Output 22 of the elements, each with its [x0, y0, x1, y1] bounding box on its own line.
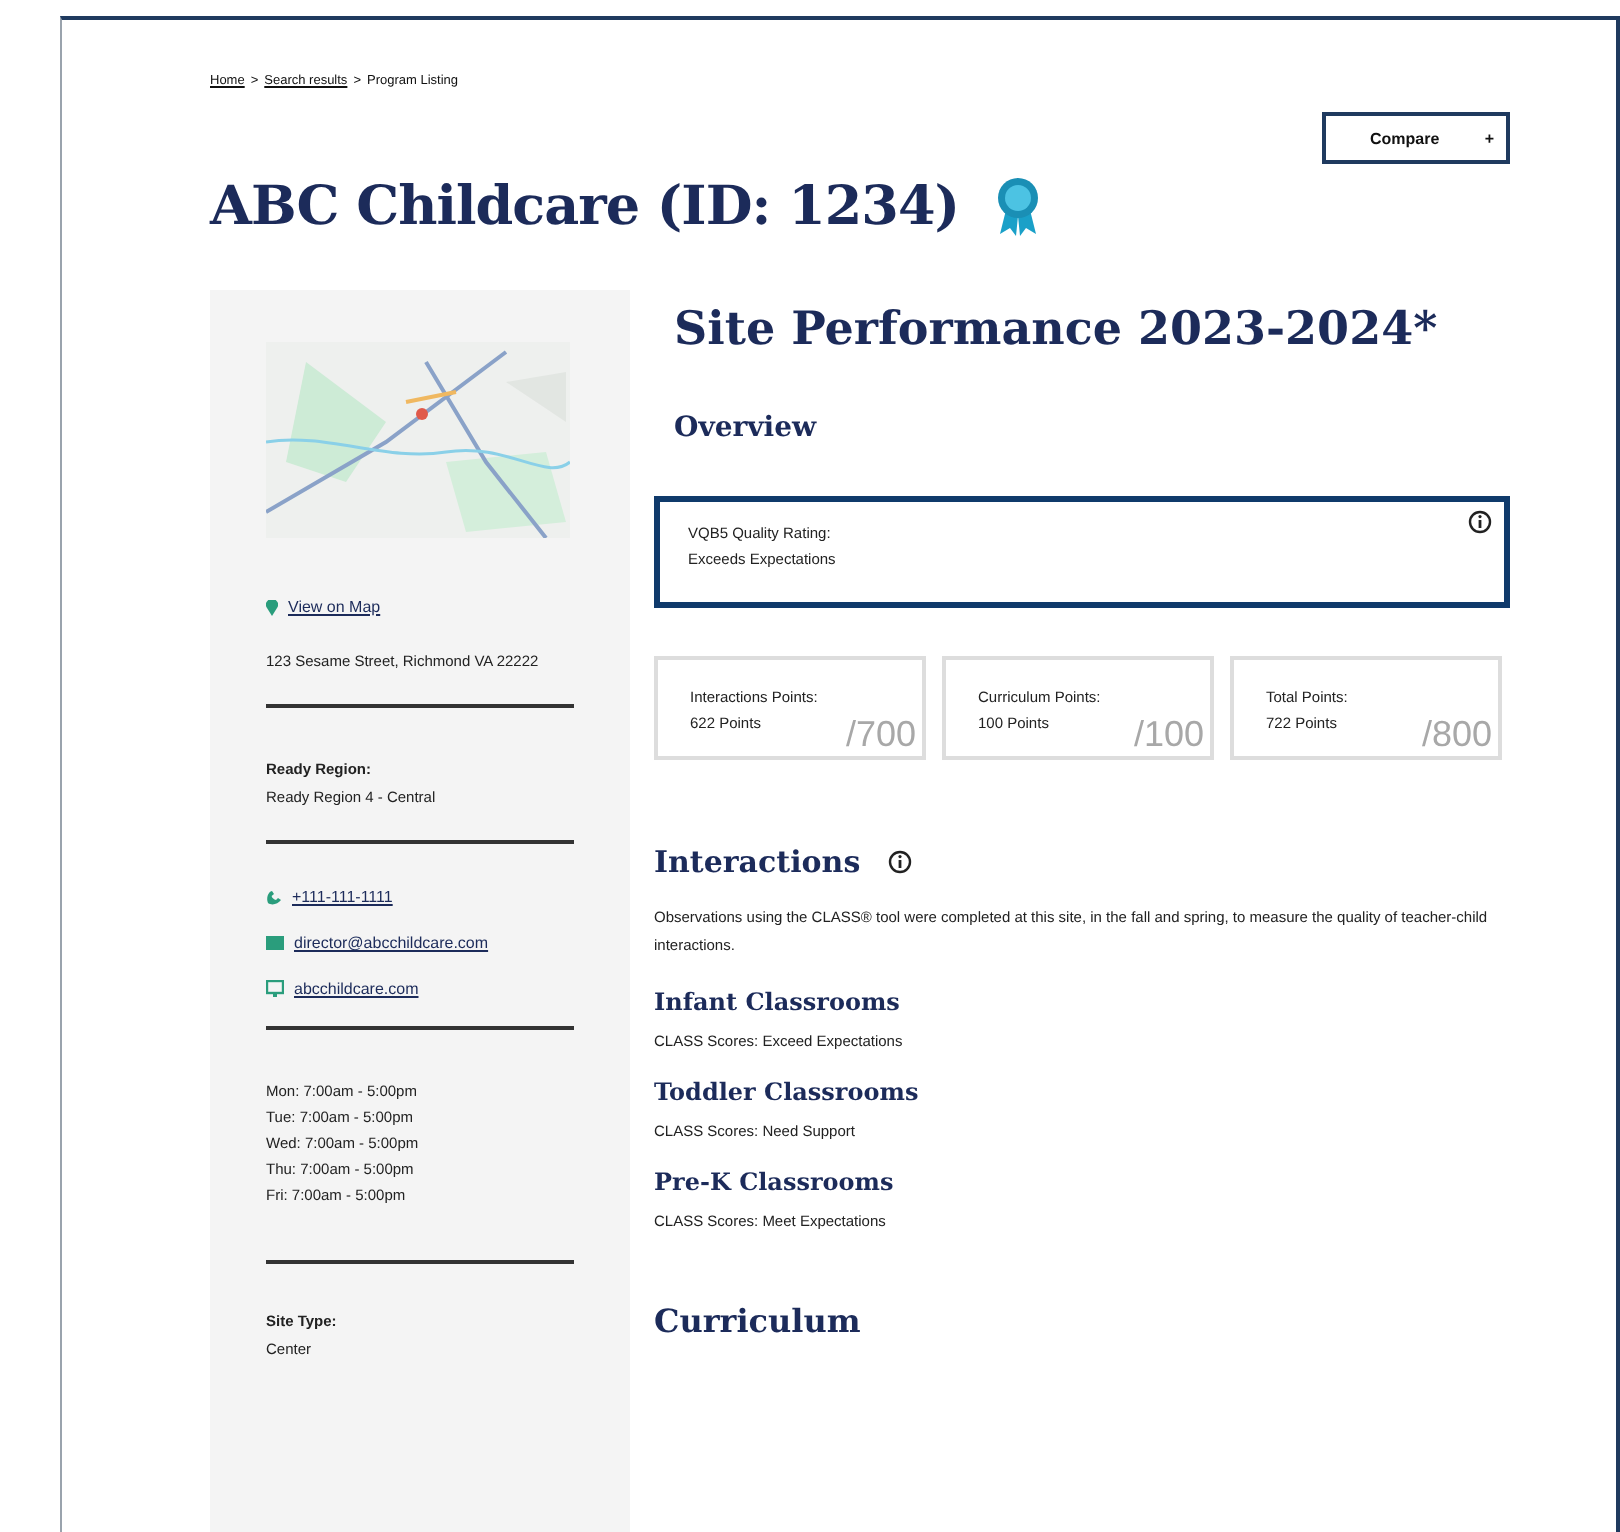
phone-icon — [266, 889, 282, 905]
email-link[interactable]: director@abcchildcare.com — [294, 934, 489, 952]
points-maximum: /800 — [1421, 714, 1492, 754]
points-maximum: /100 — [1133, 714, 1204, 754]
compare-button[interactable]: Compare + — [1322, 112, 1510, 164]
map-pin-icon — [266, 599, 278, 615]
points-maximum: /700 — [845, 714, 916, 754]
phone-link[interactable]: +111-111-1111 — [292, 888, 393, 906]
monitor-icon — [266, 980, 284, 998]
classroom-heading: Toddler Classrooms — [654, 1078, 921, 1106]
classroom-heading: Pre-K Classrooms — [654, 1168, 896, 1196]
info-icon[interactable] — [888, 850, 913, 874]
website-link[interactable]: abcchildcare.com — [294, 980, 419, 998]
view-on-map-link[interactable]: View on Map — [288, 598, 381, 616]
info-icon[interactable] — [1468, 510, 1492, 534]
section-heading: Site Performance 2023-2024* — [674, 302, 1440, 356]
classroom-heading: Infant Classrooms — [654, 988, 902, 1016]
page-title: ABC Childcare (ID: 1234) — [210, 176, 960, 238]
award-ribbon-icon — [995, 177, 1040, 237]
overview-heading: Overview — [674, 412, 819, 444]
interactions-heading: Interactions — [654, 844, 861, 880]
curriculum-heading: Curriculum — [654, 1302, 863, 1340]
